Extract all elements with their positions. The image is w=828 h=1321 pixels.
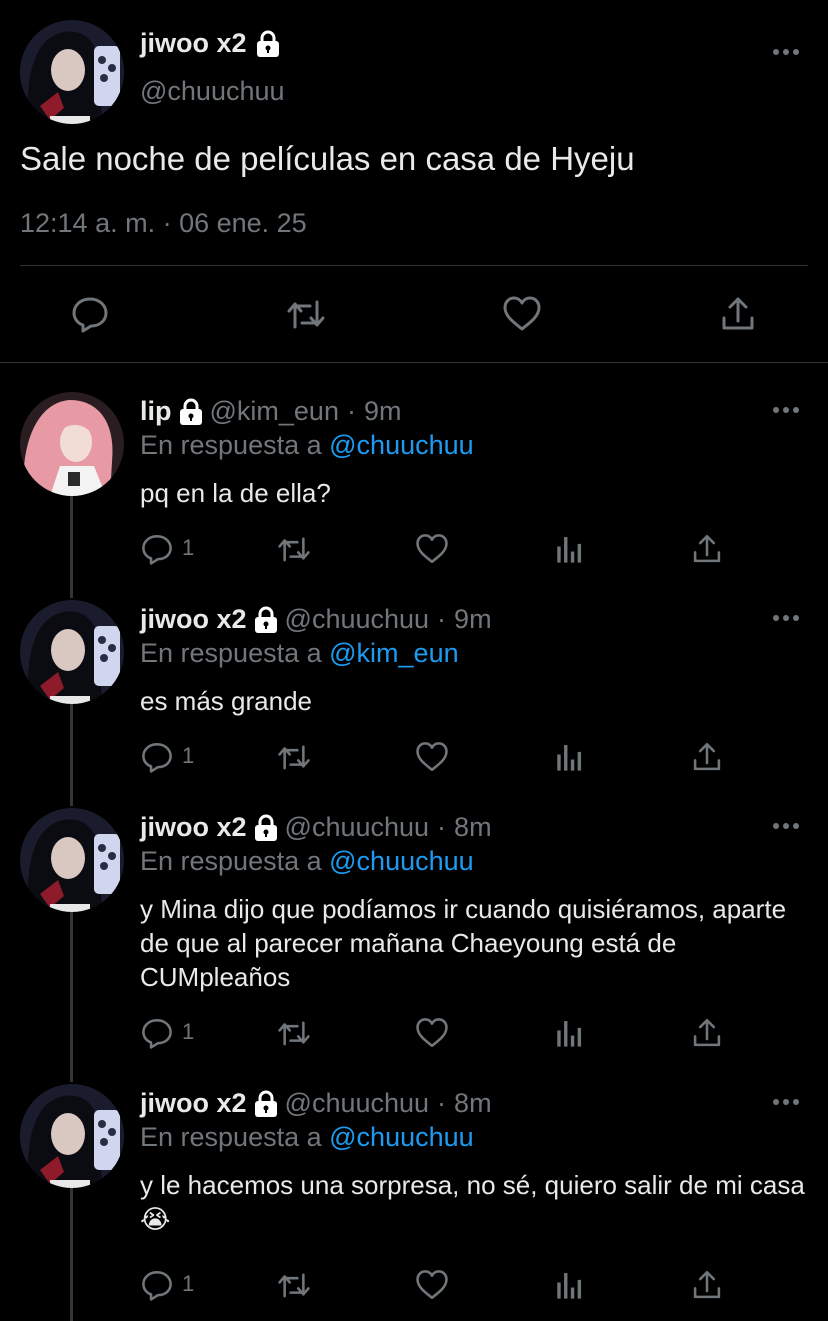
retweet-icon[interactable]: [277, 532, 311, 566]
lock-icon: [253, 1090, 279, 1118]
user-handle[interactable]: @chuuchuu: [285, 812, 430, 843]
mention-link[interactable]: @chuuchuu: [329, 1122, 474, 1152]
retweet-icon[interactable]: [277, 1016, 311, 1050]
separator: ·: [437, 1088, 447, 1118]
reply-tweet[interactable]: jiwoo x2 @chuuchuu · 8m En respuesta a @…: [0, 1084, 828, 1321]
reply-icon[interactable]: [140, 1268, 174, 1302]
reply-tweet[interactable]: jiwoo x2 @chuuchuu · 9m En respuesta a @…: [0, 600, 828, 790]
avatar[interactable]: [20, 1084, 124, 1188]
reply-context: En respuesta a @chuuchuu: [140, 1122, 474, 1153]
lock-icon: [178, 398, 204, 426]
display-name[interactable]: jiwoo x2: [140, 1088, 247, 1119]
separator: ·: [346, 396, 356, 426]
reply-tweet[interactable]: jiwoo x2 @chuuchuu · 8m En respuesta a @…: [0, 808, 828, 1068]
reply-icon[interactable]: [140, 532, 174, 566]
more-options-icon[interactable]: [772, 1097, 800, 1107]
reply-actions: 1: [140, 1016, 740, 1050]
share-icon[interactable]: [718, 294, 758, 334]
more-options-icon[interactable]: [772, 405, 800, 415]
reply-prefix: En respuesta a: [140, 638, 322, 668]
reply-time[interactable]: 9m: [364, 396, 402, 427]
reply-text: y le hacemos una sorpresa, no sé, quiero…: [140, 1170, 805, 1234]
tweet-text: Sale noche de películas en casa de Hyeju: [20, 140, 635, 177]
reply-text: pq en la de ella?: [140, 478, 331, 508]
reply-text: es más grande: [140, 686, 312, 716]
reply-actions: 1: [140, 740, 740, 774]
like-icon[interactable]: [415, 1016, 449, 1050]
reply-time[interactable]: 9m: [454, 604, 492, 635]
like-icon[interactable]: [415, 1268, 449, 1302]
avatar[interactable]: [20, 20, 124, 124]
avatar[interactable]: [20, 392, 124, 496]
like-icon[interactable]: [502, 294, 542, 334]
stats-icon[interactable]: [553, 740, 587, 774]
share-icon[interactable]: [690, 1016, 724, 1050]
mention-link[interactable]: @kim_eun: [329, 638, 458, 668]
lock-icon: [253, 606, 279, 634]
user-handle[interactable]: @chuuchuu: [285, 1088, 430, 1119]
separator: ·: [437, 604, 447, 634]
reply-icon[interactable]: [70, 294, 110, 334]
separator: ·: [437, 812, 447, 842]
reply-tweet[interactable]: lip @kim_eun · 9m En respuesta a @chuuch…: [0, 392, 828, 582]
mention-link[interactable]: @chuuchuu: [329, 846, 474, 876]
user-handle[interactable]: @chuuchuu: [285, 604, 430, 635]
display-name[interactable]: lip: [140, 396, 172, 427]
reply-count: 1: [182, 1271, 195, 1296]
stats-icon[interactable]: [553, 1016, 587, 1050]
reply-actions: 1: [140, 1268, 740, 1302]
more-options-icon[interactable]: [772, 613, 800, 623]
retweet-icon[interactable]: [277, 1268, 311, 1302]
more-options-icon[interactable]: [772, 47, 800, 57]
retweet-icon[interactable]: [286, 294, 326, 334]
user-handle[interactable]: @chuuchuu: [140, 76, 285, 107]
more-options-icon[interactable]: [772, 821, 800, 831]
reply-prefix: En respuesta a: [140, 846, 322, 876]
reply-prefix: En respuesta a: [140, 430, 322, 460]
reply-prefix: En respuesta a: [140, 1122, 322, 1152]
divider: [20, 265, 808, 266]
like-icon[interactable]: [415, 532, 449, 566]
divider: [0, 362, 828, 363]
mention-link[interactable]: @chuuchuu: [329, 430, 474, 460]
reply-icon[interactable]: [140, 1016, 174, 1050]
avatar[interactable]: [20, 600, 124, 704]
like-icon[interactable]: [415, 740, 449, 774]
reply-count: 1: [182, 1019, 195, 1044]
share-icon[interactable]: [690, 1268, 724, 1302]
reply-count: 1: [182, 743, 195, 768]
reply-time[interactable]: 8m: [454, 812, 492, 843]
tweet-timestamp[interactable]: 12:14 a. m. · 06 ene. 25: [20, 208, 307, 239]
reply-context: En respuesta a @chuuchuu: [140, 846, 474, 877]
reply-actions: 1: [140, 532, 740, 566]
display-name[interactable]: jiwoo x2: [140, 812, 247, 843]
reply-icon[interactable]: [140, 740, 174, 774]
reply-context: En respuesta a @kim_eun: [140, 638, 459, 669]
reply-text: y Mina dijo que podíamos ir cuando quisi…: [140, 894, 787, 992]
share-icon[interactable]: [690, 532, 724, 566]
share-icon[interactable]: [690, 740, 724, 774]
user-handle[interactable]: @kim_eun: [210, 396, 339, 427]
reply-context: En respuesta a @chuuchuu: [140, 430, 474, 461]
reply-count: 1: [182, 535, 195, 560]
stats-icon[interactable]: [553, 1268, 587, 1302]
lock-icon: [255, 30, 281, 58]
avatar[interactable]: [20, 808, 124, 912]
reply-time[interactable]: 8m: [454, 1088, 492, 1119]
display-name[interactable]: jiwoo x2: [140, 604, 247, 635]
stats-icon[interactable]: [553, 532, 587, 566]
lock-icon: [253, 814, 279, 842]
display-name[interactable]: jiwoo x2: [140, 28, 247, 59]
main-tweet[interactable]: jiwoo x2 @chuuchuu Sale noche de películ…: [0, 0, 828, 363]
retweet-icon[interactable]: [277, 740, 311, 774]
